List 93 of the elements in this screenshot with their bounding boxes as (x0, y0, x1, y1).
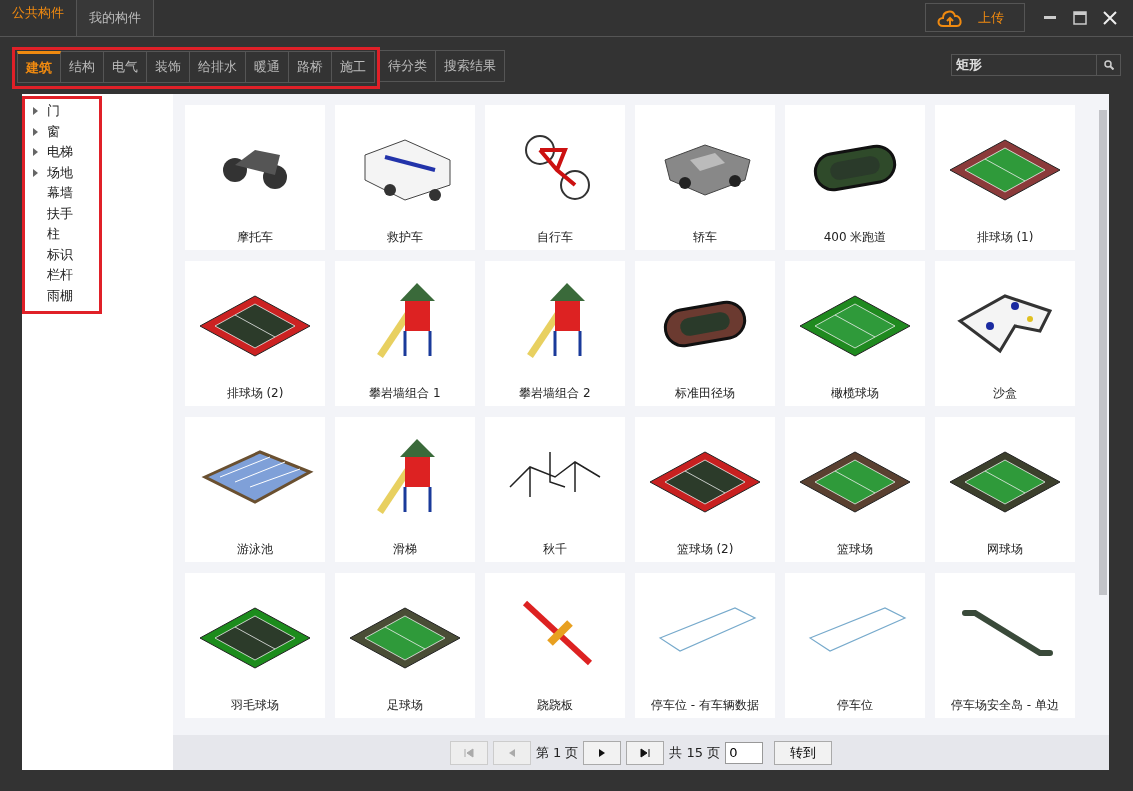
minimize-icon[interactable] (1044, 16, 1056, 20)
search-icon (1103, 60, 1114, 70)
category-tab[interactable]: 施工 (332, 51, 375, 83)
component-card[interactable]: 篮球场 (785, 417, 925, 562)
component-name: 篮球场 (2) (676, 541, 734, 558)
component-name: 摩托车 (237, 229, 273, 246)
motorcycle-drawing (223, 150, 287, 189)
category-tab[interactable]: 搜索结果 (436, 50, 505, 82)
page-label: 第 1 页 (535, 743, 579, 762)
tree-item[interactable]: 电梯 (47, 143, 73, 162)
component-card[interactable]: 游泳池 (185, 417, 325, 562)
component-card[interactable]: 橄榄球场 (785, 261, 925, 406)
tree-item[interactable]: 柱 (47, 225, 60, 244)
category-tab[interactable]: 暖通 (246, 51, 289, 83)
scrollbar-thumb[interactable] (1098, 110, 1107, 595)
component-card[interactable]: 标准田径场 (635, 261, 775, 406)
go-button[interactable]: 转到 (774, 740, 833, 765)
component-card[interactable]: 攀岩墙组合 2 (485, 261, 625, 406)
first-page-icon (463, 747, 474, 758)
component-name: 攀岩墙组合 2 (519, 385, 591, 402)
bicycle-drawing (525, 135, 590, 200)
expand-arrow-icon[interactable] (33, 107, 38, 116)
tree-item[interactable]: 窗 (47, 122, 60, 141)
component-card[interactable]: 摩托车 (185, 105, 325, 250)
category-tab[interactable]: 路桥 (289, 51, 332, 83)
tree-item[interactable]: 幕墙 (47, 184, 73, 203)
category-tab[interactable]: 给排水 (190, 51, 246, 83)
category-tab[interactable]: 建筑 (17, 51, 61, 83)
close-icon[interactable] (1103, 11, 1117, 25)
component-card[interactable]: 沙盒 (935, 261, 1075, 406)
seesaw-drawing (522, 600, 593, 666)
tree-item[interactable]: 栏杆 (47, 266, 73, 285)
component-name: 游泳池 (237, 541, 273, 558)
component-name: 排球场 (1) (976, 229, 1034, 246)
category-tab[interactable]: 电气 (104, 51, 147, 83)
last-page-button[interactable] (626, 740, 665, 765)
component-card[interactable]: 攀岩墙组合 1 (335, 261, 475, 406)
component-name: 轿车 (693, 229, 717, 246)
component-card[interactable]: 救护车 (335, 105, 475, 250)
tree-item[interactable]: 标识 (47, 245, 73, 264)
tree-item[interactable]: 雨棚 (47, 286, 73, 305)
library-tab[interactable]: 我的构件 (76, 0, 154, 36)
component-name: 停车场安全岛 - 单边 (951, 697, 1059, 714)
category-tab[interactable]: 待分类 (380, 50, 436, 82)
component-card[interactable]: 足球场 (335, 573, 475, 718)
component-card[interactable]: 排球场 (2) (185, 261, 325, 406)
next-page-button[interactable] (583, 740, 622, 765)
component-card[interactable]: 排球场 (1) (935, 105, 1075, 250)
upload-button[interactable]: 上传 (925, 3, 1025, 32)
component-card[interactable]: 网球场 (935, 417, 1075, 562)
component-name: 羽毛球场 (231, 697, 279, 714)
maximize-icon[interactable] (1073, 11, 1087, 25)
expand-arrow-icon[interactable] (33, 148, 38, 157)
component-name: 网球场 (987, 541, 1023, 558)
component-name: 滑梯 (393, 541, 417, 558)
component-card[interactable]: 轿车 (635, 105, 775, 250)
component-card[interactable]: 秋千 (485, 417, 625, 562)
category-tab[interactable]: 结构 (61, 51, 104, 83)
component-name: 排球场 (2) (226, 385, 284, 402)
total-pages-label: 共 15 页 (669, 743, 721, 762)
search-button[interactable] (1097, 54, 1121, 76)
component-name: 400 米跑道 (823, 229, 887, 246)
library-tab[interactable]: 公共构件 (0, 0, 76, 36)
tree-item[interactable]: 场地 (47, 163, 73, 182)
component-card[interactable]: 停车位 - 有车辆数据 (635, 573, 775, 718)
expand-arrow-icon[interactable] (33, 168, 38, 177)
component-card[interactable]: 停车场安全岛 - 单边 (935, 573, 1075, 718)
component-card[interactable]: 400 米跑道 (785, 105, 925, 250)
component-card[interactable]: 跷跷板 (485, 573, 625, 718)
expand-arrow-icon[interactable] (33, 127, 38, 136)
component-card[interactable]: 停车位 (785, 573, 925, 718)
component-name: 停车位 - 有车辆数据 (651, 697, 759, 714)
tree-item[interactable]: 门 (47, 102, 60, 121)
last-page-icon (640, 747, 651, 758)
category-tab[interactable]: 装饰 (147, 51, 190, 83)
component-name: 跷跷板 (537, 697, 573, 714)
component-card[interactable]: 自行车 (485, 105, 625, 250)
component-name: 足球场 (387, 697, 423, 714)
component-name: 自行车 (537, 229, 573, 246)
component-name: 沙盒 (993, 385, 1017, 402)
search-field[interactable]: 矩形 (951, 54, 1097, 76)
component-name: 篮球场 (837, 541, 873, 558)
component-name: 救护车 (387, 229, 423, 246)
component-name: 标准田径场 (675, 385, 735, 402)
component-card[interactable]: 篮球场 (2) (635, 417, 775, 562)
component-name: 攀岩墙组合 1 (369, 385, 441, 402)
page-input[interactable]: 0 (725, 741, 764, 764)
tree-item[interactable]: 扶手 (47, 204, 73, 223)
component-name: 秋千 (543, 541, 567, 558)
component-name: 停车位 (837, 697, 873, 714)
component-card[interactable]: 滑梯 (335, 417, 475, 562)
component-card[interactable]: 羽毛球场 (185, 573, 325, 718)
component-name: 橄榄球场 (831, 385, 879, 402)
